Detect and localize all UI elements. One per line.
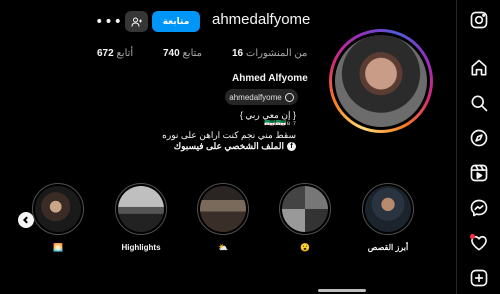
instagram-logo-icon[interactable]	[467, 8, 491, 32]
highlight-item[interactable]: 🌅	[32, 183, 84, 252]
facebook-profile-link[interactable]: الملف الشخصي على فيسبوك f	[174, 141, 296, 152]
followers-stat[interactable]: 740 متابع	[163, 48, 202, 59]
add-user-icon	[131, 17, 142, 27]
scroll-indicator	[318, 289, 366, 292]
messenger-icon[interactable]	[467, 196, 491, 220]
profile-username: ahmedalfyome	[212, 11, 311, 28]
profile-full-name: Ahmed Alfyome	[232, 73, 308, 84]
search-icon[interactable]	[467, 91, 491, 115]
highlight-item[interactable]: ⛅	[197, 183, 249, 252]
highlight-item[interactable]: Highlights	[115, 183, 167, 252]
facebook-icon: f	[287, 142, 296, 151]
followers-count: 740	[163, 48, 180, 59]
posts-stat: 16 من المنشورات	[232, 48, 307, 59]
threads-icon	[284, 92, 294, 102]
chevron-left-icon	[22, 216, 28, 224]
highlight-thumbnail	[118, 186, 164, 232]
notifications-heart-icon[interactable]	[467, 231, 491, 255]
following-count: 672	[97, 48, 114, 59]
more-options-button[interactable]: •••	[95, 11, 122, 32]
bio-line-3: سقط مني نجم كنت اراهن على نوره	[162, 130, 296, 140]
right-sidebar	[456, 0, 500, 294]
facebook-link-label: الملف الشخصي على فيسبوك	[173, 141, 284, 151]
highlight-thumbnail	[200, 186, 246, 232]
highlight-item[interactable]: أبرز القصص	[362, 183, 414, 252]
notification-dot	[470, 234, 475, 239]
highlight-label: 🌅	[53, 243, 63, 252]
home-icon[interactable]	[467, 56, 491, 80]
highlight-label: أبرز القصص	[367, 243, 409, 252]
followers-label: متابع	[182, 48, 202, 59]
threads-badge[interactable]: ahmedalfyome	[225, 89, 298, 105]
explore-icon[interactable]	[467, 126, 491, 150]
posts-label: من المنشورات	[245, 48, 308, 59]
highlight-thumbnail	[365, 186, 411, 232]
highlight-thumbnail	[35, 186, 81, 232]
following-stat[interactable]: 672 أتابع	[97, 48, 133, 59]
highlight-item[interactable]: 😮	[279, 183, 331, 252]
bio-line-2: 🇸🇾🇸🇾⁸ ⁷	[264, 119, 296, 129]
create-plus-icon[interactable]	[467, 266, 491, 290]
highlight-label: ⛅	[218, 243, 228, 252]
follow-button[interactable]: متابعة	[152, 11, 200, 32]
highlight-label: 😮	[300, 243, 310, 252]
threads-handle: ahmedalfyome	[229, 92, 282, 102]
posts-count: 16	[232, 48, 244, 59]
suggest-users-button[interactable]	[125, 11, 148, 32]
following-label: أتابع	[116, 48, 134, 59]
profile-avatar[interactable]	[329, 29, 433, 133]
reels-icon[interactable]	[467, 161, 491, 185]
highlight-thumbnail	[282, 186, 328, 232]
avatar-photo	[335, 35, 427, 127]
highlight-label: Highlights	[121, 243, 161, 252]
